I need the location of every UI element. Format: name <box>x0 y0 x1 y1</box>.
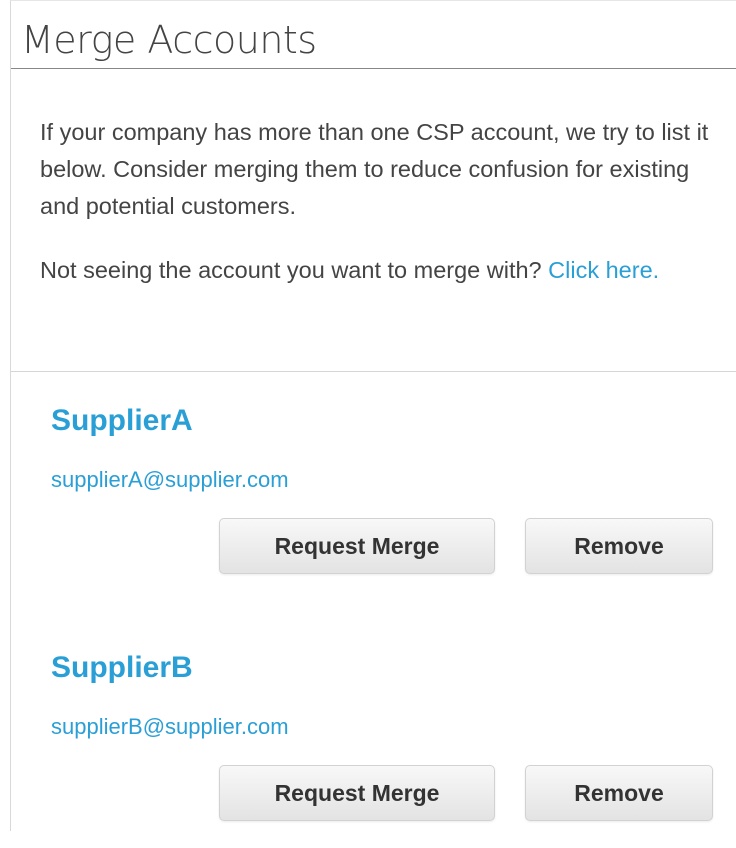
request-merge-button[interactable]: Request Merge <box>219 765 495 821</box>
merge-accounts-panel: Merge Accounts If your company has more … <box>10 0 736 831</box>
click-here-link[interactable]: Click here. <box>548 257 659 283</box>
request-merge-button[interactable]: Request Merge <box>219 518 495 574</box>
page-title: Merge Accounts <box>21 18 317 62</box>
prompt-text: Not seeing the account you want to merge… <box>40 257 542 283</box>
account-name-link[interactable]: SupplierB <box>51 648 193 688</box>
account-email-link[interactable]: supplierA@supplier.com <box>51 465 289 495</box>
remove-button[interactable]: Remove <box>525 518 713 574</box>
missing-account-prompt: Not seeing the account you want to merge… <box>40 252 730 289</box>
account-name-link[interactable]: SupplierA <box>51 401 193 441</box>
section-divider <box>11 371 736 372</box>
title-divider <box>11 68 736 69</box>
intro-text: If your company has more than one CSP ac… <box>40 119 709 219</box>
account-email-link[interactable]: supplierB@supplier.com <box>51 712 289 742</box>
account-item: SupplierA supplierA@supplier.com Request… <box>11 401 736 601</box>
account-item: SupplierB supplierB@supplier.com Request… <box>11 648 736 848</box>
remove-button[interactable]: Remove <box>525 765 713 821</box>
